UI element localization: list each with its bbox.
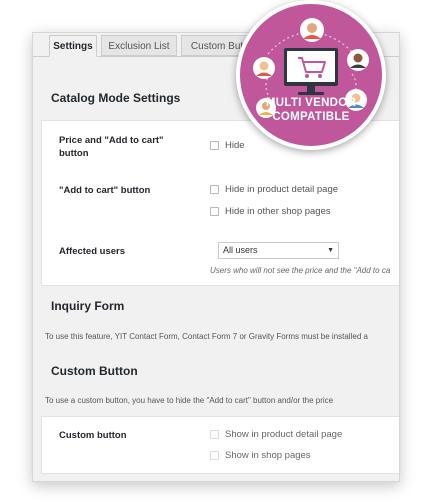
hide-in-detail-option[interactable]: Hide in product detail page	[210, 184, 338, 195]
show-in-shop-text: Show in shop pages	[225, 450, 311, 461]
show-in-shop-option[interactable]: Show in shop pages	[210, 450, 311, 461]
custom-button-label: Custom button	[59, 430, 127, 441]
inquiry-heading: Inquiry Form	[51, 299, 125, 313]
affected-users-value: All users	[223, 245, 258, 255]
custom-heading: Custom Button	[51, 364, 138, 378]
inquiry-note: To use this feature, YIT Contact Form, C…	[45, 332, 368, 341]
addtocart-label: "Add to cart" button	[59, 185, 151, 196]
badge-line-1: MULTI VENDOR	[265, 97, 357, 109]
hide-in-detail-checkbox[interactable]	[210, 185, 219, 194]
affected-users-select[interactable]: All users ▼	[218, 242, 339, 259]
user-avatar-icon	[300, 18, 324, 42]
show-in-detail-checkbox[interactable]	[210, 430, 219, 439]
show-in-detail-option[interactable]: Show in product detail page	[210, 429, 342, 440]
show-in-shop-checkbox[interactable]	[210, 451, 219, 460]
tab-exclusion-list[interactable]: Exclusion List	[101, 35, 177, 56]
price-hide-checkbox[interactable]	[210, 141, 219, 150]
tab-settings[interactable]: Settings	[49, 35, 97, 57]
hide-in-shop-text: Hide in other shop pages	[225, 206, 331, 217]
affected-users-description: Users who will not see the price and the…	[210, 266, 391, 275]
hide-in-shop-option[interactable]: Hide in other shop pages	[210, 206, 331, 217]
multi-vendor-badge: MULTI VENDOR COMPATIBLE	[236, 0, 386, 150]
custom-button-card: Custom button Show in product detail pag…	[41, 416, 399, 474]
badge-line-2: COMPATIBLE	[272, 111, 350, 123]
price-label: Price and "Add to cart" button	[59, 135, 164, 159]
hide-in-detail-text: Hide in product detail page	[225, 184, 339, 195]
chevron-down-icon: ▼	[327, 247, 334, 254]
custom-note: To use a custom button, you have to hide…	[45, 396, 334, 405]
vendor-network-illustration	[253, 18, 369, 118]
user-avatar-icon	[253, 57, 275, 79]
catalog-heading: Catalog Mode Settings	[51, 91, 181, 105]
user-avatar-icon	[347, 49, 369, 71]
show-in-detail-text: Show in product detail page	[225, 429, 343, 440]
hide-in-shop-checkbox[interactable]	[210, 207, 219, 216]
affected-users-label: Affected users	[59, 246, 125, 257]
badge-text: MULTI VENDOR COMPATIBLE	[240, 96, 382, 124]
